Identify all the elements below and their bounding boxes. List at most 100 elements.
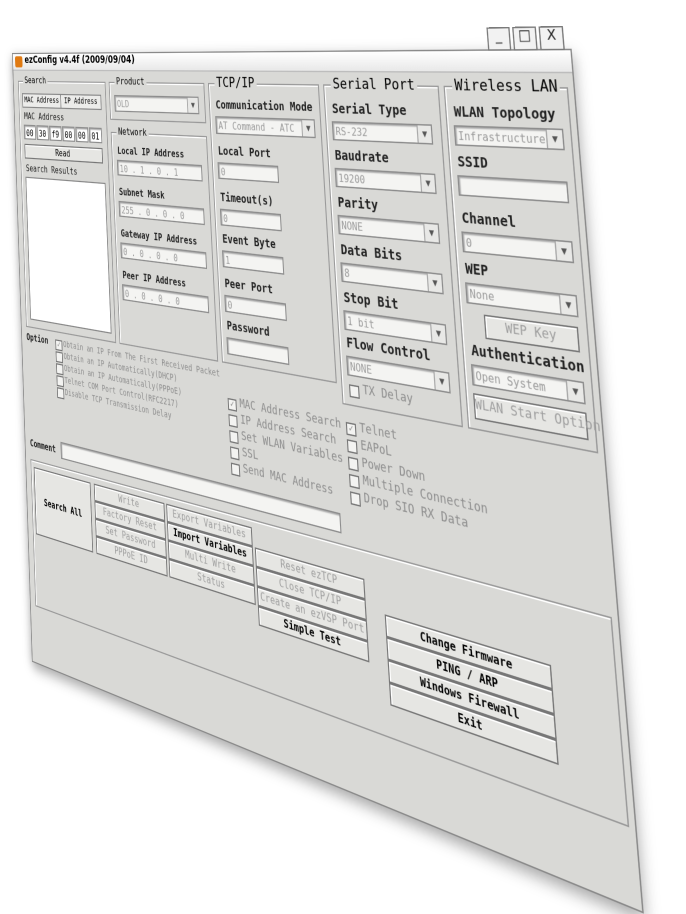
option-checkbox-2[interactable] [55, 351, 64, 364]
ssl-label: SSL [241, 446, 259, 464]
stop-bit-label: Stop Bit [343, 290, 399, 314]
data-bits-value: 8 [343, 266, 351, 281]
channel-label: Channel [461, 210, 517, 232]
wlan-topology-label: WLAN Topology [453, 104, 557, 124]
peer-port-field[interactable]: 0 [224, 294, 287, 322]
drop-sio-checkbox[interactable] [349, 491, 361, 507]
authentication-value: Open System [475, 369, 547, 395]
local-port-field[interactable]: 0 [217, 162, 280, 184]
ip-search-checkbox[interactable] [228, 413, 238, 428]
mac-octet-4[interactable]: 00 [62, 126, 76, 142]
timeout-field[interactable]: 0 [219, 208, 282, 232]
baudrate-select[interactable]: 19200 ▼ [334, 167, 437, 195]
wireless-lan-group: Wireless LAN WLAN Topology Infrastructur… [443, 75, 601, 454]
option-checkbox-3[interactable] [56, 363, 64, 376]
comm-mode-label: Communication Mode [215, 99, 313, 116]
read-button[interactable]: Read [24, 143, 104, 164]
local-port-label: Local Port [217, 145, 272, 162]
serial-type-value: RS-232 [335, 125, 368, 140]
eapol-checkbox[interactable] [346, 439, 358, 455]
parity-label: Parity [337, 195, 379, 215]
local-ip-field[interactable]: 10 . 1 . 0 . 1 [116, 159, 203, 182]
channel-value: 0 [465, 236, 473, 251]
comment-label: Comment [29, 437, 57, 456]
timeout-label: Timeout(s) [219, 191, 274, 210]
local-ip-label: Local IP Address [117, 145, 185, 161]
flow-control-value: NONE [349, 360, 373, 377]
ssid-label: SSID [457, 154, 489, 173]
channel-select[interactable]: 0 ▼ [461, 231, 575, 264]
ssl-checkbox[interactable] [230, 446, 240, 461]
peer-port-label: Peer Port [224, 277, 274, 298]
window-controls: _ □ X [486, 25, 565, 51]
mac-octet-6[interactable]: 01 [88, 127, 103, 144]
set-wlan-checkbox[interactable] [229, 430, 239, 445]
tcpip-legend: TCP/IP [213, 74, 257, 92]
chevron-down-icon: ▼ [416, 125, 432, 144]
chevron-down-icon: ▼ [419, 174, 436, 193]
wlan-legend: Wireless LAN [451, 75, 562, 97]
tab-ip-address[interactable]: IP Address [60, 93, 102, 111]
search-legend: Search [22, 75, 48, 86]
wep-label: WEP [464, 261, 489, 281]
search-group: Search MAC Address IP Address MAC Addres… [17, 75, 117, 344]
mac-search-checkbox[interactable]: ✓ [227, 397, 237, 412]
screen: _ □ X ezConfig v4.4f (2009/09/04) Search… [0, 0, 686, 914]
ezconfig-window: _ □ X ezConfig v4.4f (2009/09/04) Search… [12, 25, 644, 914]
option-checkbox-5[interactable] [56, 387, 65, 400]
network-legend: Network [116, 126, 149, 139]
serial-legend: Serial Port [329, 74, 418, 94]
tab-mac-address[interactable]: MAC Address [21, 93, 62, 109]
wep-select[interactable]: None ▼ [465, 282, 579, 318]
subnet-mask-field[interactable]: 255 . 0 . 0 . 0 [118, 200, 205, 226]
chevron-down-icon: ▼ [545, 129, 564, 149]
subnet-mask-label: Subnet Mask [118, 186, 165, 202]
chevron-down-icon: ▼ [301, 120, 315, 137]
serial-port-group: Serial Port Serial Type RS-232 ▼ Baudrat… [323, 74, 463, 428]
window-title: ezConfig v4.4f (2009/09/04) [24, 54, 136, 67]
chevron-down-icon: ▼ [423, 223, 439, 243]
chevron-down-icon: ▼ [558, 294, 578, 316]
chevron-down-icon: ▼ [565, 380, 585, 403]
send-mac-checkbox[interactable] [230, 462, 241, 477]
data-bits-label: Data Bits [340, 242, 403, 265]
mac-octet-3[interactable]: f9 [49, 125, 62, 142]
telnet-checkbox[interactable]: ✓ [345, 421, 357, 437]
password-field[interactable] [226, 336, 290, 366]
maximize-button[interactable]: □ [512, 26, 538, 51]
comm-mode-select[interactable]: AT Command - ATC ▼ [215, 116, 316, 139]
stop-bit-value: 1 bit [346, 314, 375, 332]
chevron-down-icon: ▼ [554, 241, 573, 262]
title-bar[interactable]: ezConfig v4.4f (2009/09/04) [12, 50, 573, 74]
chevron-down-icon: ▼ [430, 323, 446, 344]
serial-type-select[interactable]: RS-232 ▼ [331, 121, 434, 145]
multiple-connection-checkbox[interactable] [348, 473, 360, 490]
mac-octet-2[interactable]: 30 [36, 125, 49, 141]
product-select[interactable]: OLD ▼ [114, 94, 200, 115]
close-button[interactable]: X [538, 25, 565, 51]
option-checkbox-1[interactable]: ✓ [55, 339, 63, 352]
peer-ip-field[interactable]: 0 . 0 . 0 . 0 [122, 284, 210, 314]
power-down-checkbox[interactable] [347, 456, 359, 472]
option-checkbox-4[interactable] [56, 375, 64, 388]
product-legend: Product [114, 75, 147, 88]
data-bits-select[interactable]: 8 ▼ [340, 262, 444, 295]
comm-mode-value: AT Command - ATC [218, 119, 295, 135]
serial-type-label: Serial Type [331, 102, 407, 120]
product-value: OLD [116, 98, 130, 110]
search-results-list[interactable] [25, 176, 112, 334]
chevron-down-icon: ▼ [433, 371, 450, 392]
product-group: Product OLD ▼ [108, 75, 207, 124]
parity-value: NONE [341, 219, 364, 234]
wlan-topology-select[interactable]: Infrastructure ▼ [453, 125, 565, 151]
baudrate-label: Baudrate [334, 148, 390, 167]
ssid-field[interactable] [457, 175, 570, 204]
minimize-button[interactable]: _ [486, 26, 512, 51]
parity-select[interactable]: NONE ▼ [337, 214, 441, 245]
app-icon [14, 56, 23, 68]
mac-octet-5[interactable]: 00 [75, 126, 89, 143]
event-byte-label: Event Byte [222, 233, 277, 253]
network-group: Network Local IP Address 10 . 1 . 0 . 1 … [110, 126, 219, 362]
mac-octet-1[interactable]: 00 [23, 124, 37, 140]
event-byte-field[interactable]: 1 [222, 250, 285, 275]
